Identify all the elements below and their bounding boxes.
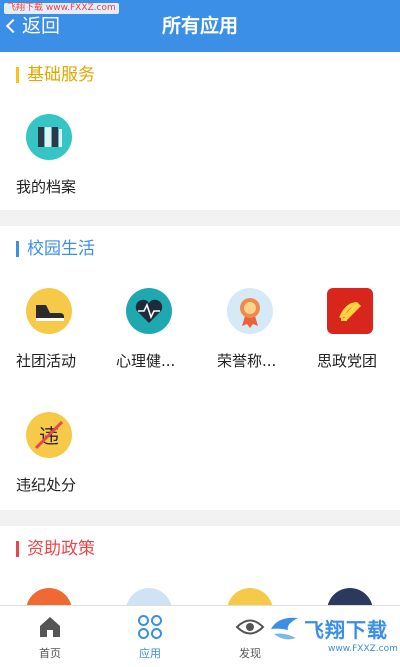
section-title: 校园生活 bbox=[27, 239, 95, 259]
brand-logo-icon bbox=[271, 617, 298, 640]
tab-home[interactable]: 首页 bbox=[0, 606, 100, 667]
app-header: 飞翔下载 www.FXXZ.com 返回 所有应用 bbox=[0, 0, 400, 52]
section-financial-aid: 资助政策 bbox=[0, 526, 400, 606]
app-label: 心理健... bbox=[116, 352, 176, 370]
section-accent-bar bbox=[16, 241, 19, 257]
tab-label: 应用 bbox=[139, 647, 161, 660]
app-label: 社团活动 bbox=[16, 352, 77, 370]
policy-2-icon bbox=[126, 588, 172, 606]
medal-icon bbox=[227, 288, 273, 334]
section-campus-life: 校园生活 社团活动 心理健... 荣誉称... 思政党团 违纪处分 bbox=[0, 226, 400, 510]
app-label: 违纪处分 bbox=[16, 476, 77, 494]
app-label: 我的档案 bbox=[16, 178, 77, 196]
section-title: 资助政策 bbox=[27, 539, 95, 559]
policy-4-icon bbox=[327, 588, 373, 606]
heart-pulse-icon bbox=[126, 288, 172, 334]
violation-icon: 违 bbox=[26, 412, 72, 458]
apps-icon bbox=[138, 615, 162, 639]
home-icon bbox=[40, 617, 60, 637]
policy-1-icon bbox=[26, 588, 72, 606]
app-label: 思政党团 bbox=[317, 352, 378, 370]
tab-apps[interactable]: 应用 bbox=[100, 606, 200, 667]
page-title: 所有应用 bbox=[161, 15, 238, 37]
section-title: 基础服务 bbox=[27, 65, 95, 85]
brand-url: www.FXXZ.com bbox=[328, 644, 398, 654]
tab-label: 首页 bbox=[39, 647, 61, 660]
brand-text: 飞翔下载 bbox=[304, 618, 388, 642]
section-accent-bar bbox=[16, 67, 19, 83]
party-emblem-icon bbox=[327, 288, 373, 334]
section-basic-services: 基础服务 我的档案 bbox=[0, 52, 400, 210]
folder-binders-icon bbox=[26, 114, 72, 160]
shoe-icon bbox=[26, 288, 72, 334]
section-accent-bar bbox=[16, 541, 19, 557]
policy-3-icon bbox=[227, 588, 273, 606]
site-watermark-logo: 飞翔下载 www.FXXZ.com bbox=[268, 612, 398, 664]
app-label: 荣誉称... bbox=[217, 352, 277, 370]
eye-icon bbox=[235, 619, 265, 635]
